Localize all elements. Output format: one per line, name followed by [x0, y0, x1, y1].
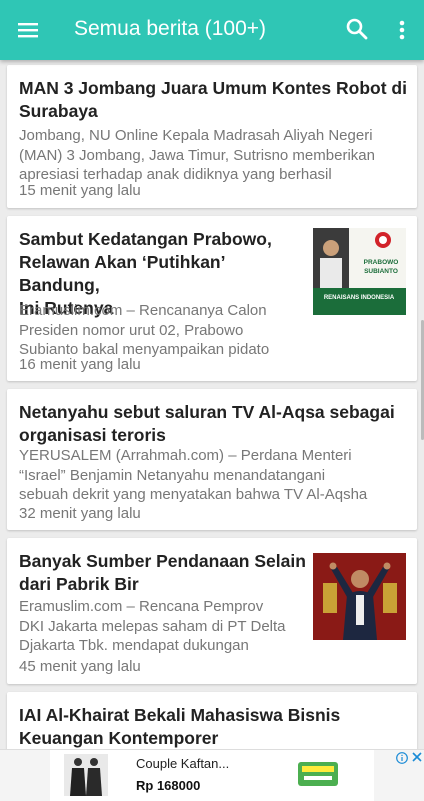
news-snippet: Eramuslim.com – Rencana Pemprov DKI Jaka…: [19, 597, 309, 656]
snippet-line: YERUSALEM (Arrahmah.com) – Perdana Mente…: [19, 447, 352, 464]
headline-line: Keuangan Kontemporer: [19, 728, 219, 748]
snippet-line: Eramuslim.com – Rencananya Calon: [19, 302, 267, 319]
thumb-text: PRABOWO: [364, 259, 399, 266]
news-time: 32 menit yang lalu: [19, 505, 141, 522]
news-time: 16 menit yang lalu: [19, 356, 141, 373]
search-icon[interactable]: [344, 16, 370, 42]
headline-line: Banyak Sumber Pendanaan Selain: [19, 551, 306, 571]
product-image[interactable]: [64, 754, 108, 796]
product-price: Rp 168000: [136, 778, 201, 793]
news-time: 15 menit yang lalu: [19, 182, 141, 199]
thumb-text: SUBIANTO: [364, 268, 398, 275]
product-title[interactable]: Couple Kaftan...: [136, 756, 229, 771]
news-thumbnail[interactable]: [313, 553, 406, 640]
news-card[interactable]: Sambut Kedatangan Prabowo, Relawan Akan …: [7, 216, 417, 381]
headline-line: Surabaya: [19, 101, 98, 121]
menu-icon[interactable]: [16, 18, 40, 42]
headline-line: IAI Al-Khairat Bekali Mahasiswa Bisnis: [19, 705, 341, 725]
snippet-line: DKI Jakarta melepas saham di PT Delta: [19, 617, 286, 635]
shop-logo[interactable]: [296, 754, 340, 796]
headline-line: Relawan Akan ‘Putihkan’ Bandung,: [19, 252, 225, 295]
ad-content[interactable]: Couple Kaftan... Rp 168000: [50, 750, 422, 801]
headline-line: organisasi teroris: [19, 425, 166, 445]
headline-line: dari Pabrik Bir: [19, 574, 139, 594]
snippet-line: “Israel” Benjamin Netanyahu menandatanga…: [19, 466, 326, 484]
headline-line: Netanyahu sebut saluran TV Al-Aqsa sebag…: [19, 402, 395, 422]
snippet-line: sebuah dekrit yang menyatakan bahwa TV A…: [19, 486, 368, 503]
snippet-line: (MAN) 3 Jombang, Jawa Timur, Sutrisno me…: [19, 146, 375, 164]
news-headline[interactable]: MAN 3 Jombang Juara Umum Kontes Robot di…: [19, 77, 409, 123]
news-snippet: Jombang, NU Online Kepala Madrasah Aliya…: [19, 126, 414, 185]
snippet-line: Djakarta Tbk. mendapat dukungan: [19, 637, 249, 654]
close-icon[interactable]: [410, 750, 424, 767]
ad-banner[interactable]: Couple Kaftan... Rp 168000: [0, 749, 424, 801]
page-title: Semua berita (100+): [74, 17, 267, 40]
news-thumbnail[interactable]: PRABOWO SUBIANTO RENAISANS INDONESIA: [313, 228, 406, 315]
news-headline[interactable]: Banyak Sumber Pendanaan Selain dari Pabr…: [19, 550, 309, 596]
snippet-line: Jombang, NU Online Kepala Madrasah Aliya…: [19, 127, 373, 144]
thumb-text: RENAISANS INDONESIA: [324, 295, 395, 301]
news-card[interactable]: Banyak Sumber Pendanaan Selain dari Pabr…: [7, 538, 417, 684]
news-headline[interactable]: Netanyahu sebut saluran TV Al-Aqsa sebag…: [19, 401, 414, 447]
news-card[interactable]: MAN 3 Jombang Juara Umum Kontes Robot di…: [7, 65, 417, 208]
headline-line: MAN 3 Jombang Juara Umum Kontes Robot di: [19, 78, 407, 98]
news-time: 45 menit yang lalu: [19, 658, 141, 675]
info-icon[interactable]: [396, 752, 408, 767]
snippet-line: Presiden nomor urut 02, Prabowo: [19, 321, 244, 339]
snippet-line: Eramuslim.com – Rencana Pemprov: [19, 598, 264, 615]
news-card[interactable]: Netanyahu sebut saluran TV Al-Aqsa sebag…: [7, 389, 417, 530]
app-bar: Semua berita (100+): [0, 0, 424, 60]
news-headline[interactable]: IAI Al-Khairat Bekali Mahasiswa Bisnis K…: [19, 704, 414, 750]
more-vert-icon[interactable]: [392, 16, 412, 44]
headline-line: Sambut Kedatangan Prabowo,: [19, 229, 272, 249]
news-snippet: YERUSALEM (Arrahmah.com) – Perdana Mente…: [19, 446, 414, 505]
news-snippet: Eramuslim.com – Rencananya Calon Preside…: [19, 301, 309, 360]
